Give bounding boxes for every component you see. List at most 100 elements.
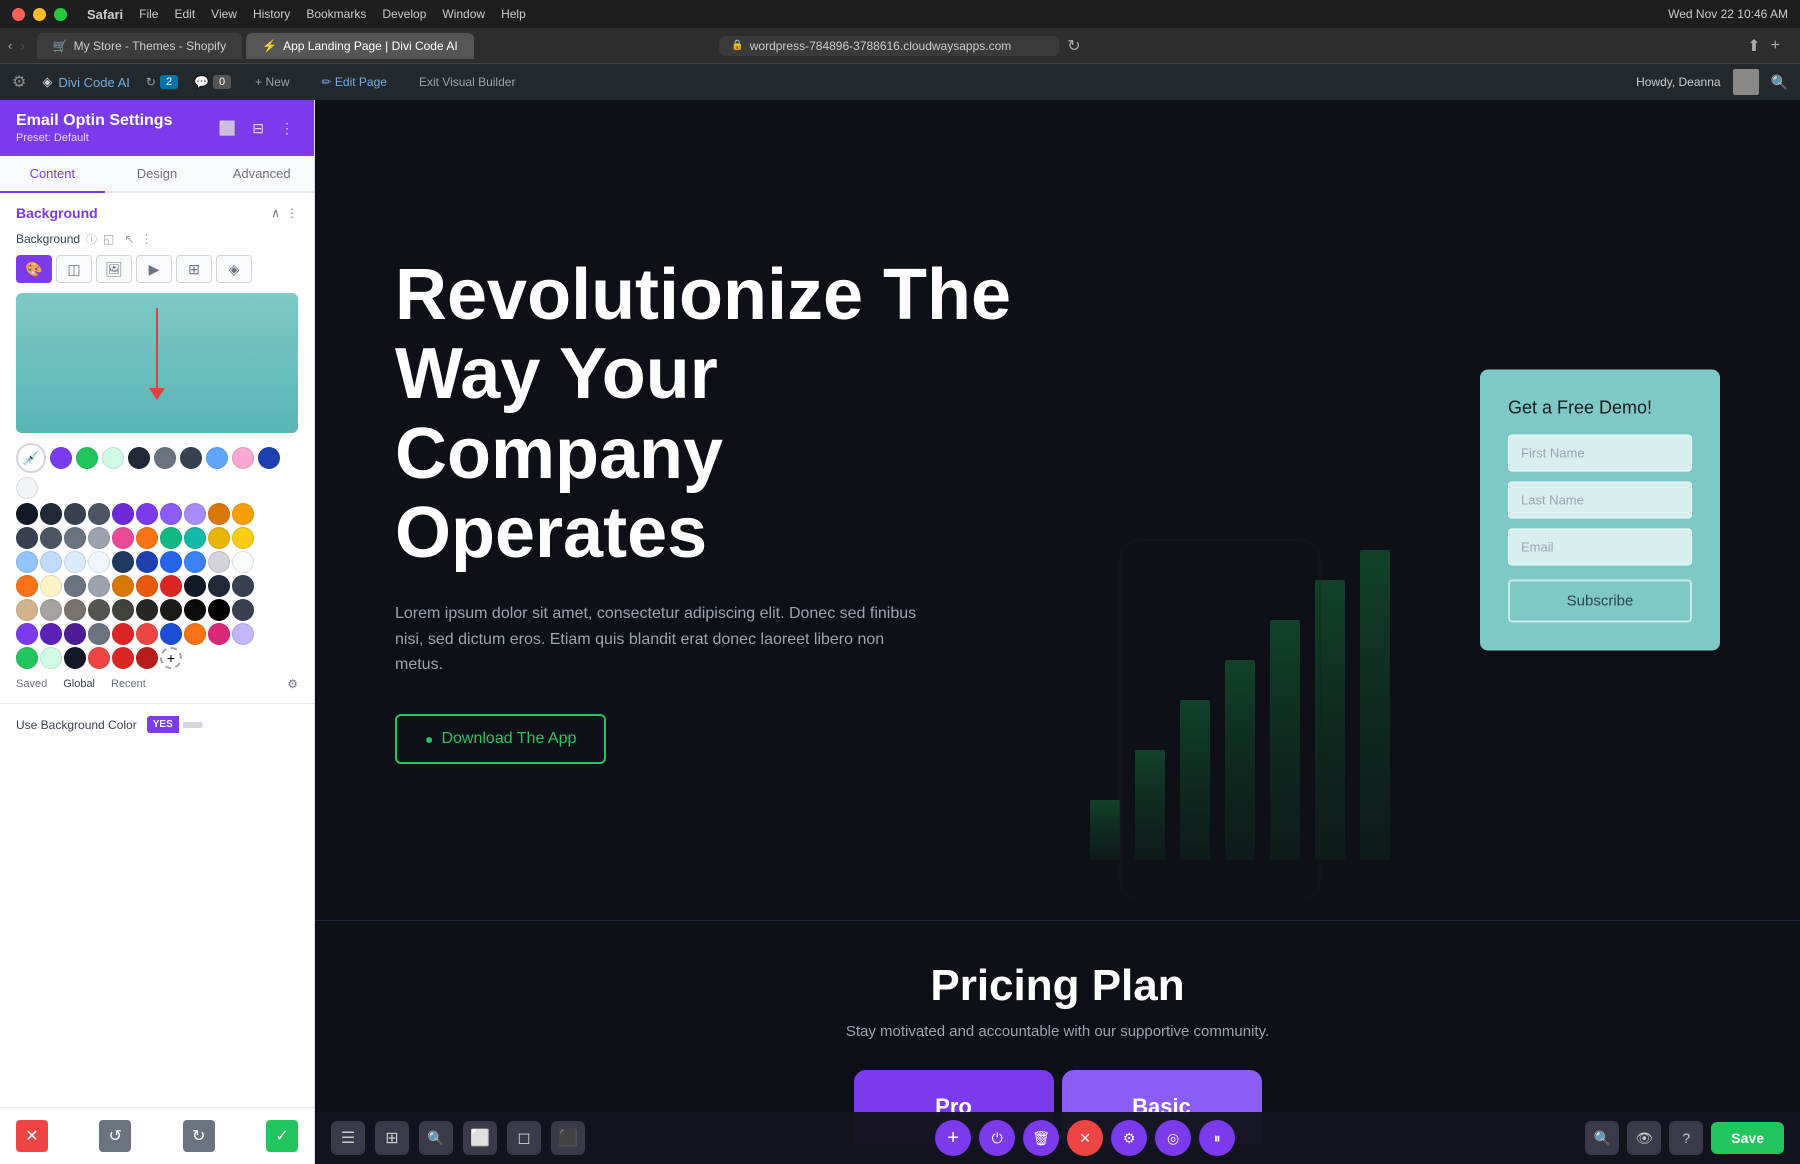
recent-tab[interactable]: Recent bbox=[111, 678, 146, 690]
swatch-pink[interactable] bbox=[232, 447, 254, 469]
swatch-amber[interactable] bbox=[232, 503, 254, 525]
mac-safari-label[interactable]: Safari bbox=[87, 7, 123, 22]
tab-design[interactable]: Design bbox=[105, 156, 210, 193]
swatch-dark6[interactable] bbox=[208, 575, 230, 597]
save-button[interactable]: Save bbox=[1711, 1122, 1784, 1154]
mac-develop-menu[interactable]: Develop bbox=[382, 7, 426, 21]
search-icon[interactable]: 🔍 bbox=[1771, 74, 1788, 91]
panel-undo-btn[interactable]: ↺ bbox=[99, 1120, 131, 1152]
dab-settings-btn[interactable]: ⚙ bbox=[1111, 1120, 1147, 1156]
dab-close-btn[interactable]: ✕ bbox=[1067, 1120, 1103, 1156]
panel-more-icon[interactable]: ⋮ bbox=[276, 116, 298, 141]
swatch-red2[interactable] bbox=[112, 623, 134, 645]
mac-view-menu[interactable]: View bbox=[211, 7, 237, 21]
toggle-switch[interactable]: YES bbox=[147, 716, 203, 733]
swatch-orange5[interactable] bbox=[184, 623, 206, 645]
swatch-violet[interactable] bbox=[16, 623, 38, 645]
swatch-purple[interactable] bbox=[50, 447, 72, 469]
user-avatar[interactable] bbox=[1733, 69, 1759, 95]
swatch-green[interactable] bbox=[76, 447, 98, 469]
mac-file-menu[interactable]: File bbox=[139, 7, 158, 21]
swatch-blue[interactable] bbox=[206, 447, 228, 469]
swatch-purple2[interactable] bbox=[112, 503, 134, 525]
refresh-btn[interactable]: ↻ bbox=[1067, 36, 1080, 56]
swatch-black3[interactable] bbox=[208, 599, 230, 621]
swatch-orange4[interactable] bbox=[136, 575, 158, 597]
swatch-navy2[interactable] bbox=[136, 551, 158, 573]
swatch-stone2[interactable] bbox=[64, 599, 86, 621]
bg-type-flat[interactable]: 🎨 bbox=[16, 255, 52, 283]
swatch-pink3[interactable] bbox=[208, 623, 230, 645]
swatch-gray7[interactable] bbox=[88, 623, 110, 645]
panel-redo-btn[interactable]: ↻ bbox=[183, 1120, 215, 1152]
mac-history-menu[interactable]: History bbox=[253, 7, 290, 21]
tab-divi[interactable]: ⚡ App Landing Page | Divi Code AI bbox=[246, 33, 474, 59]
swatch-dark8[interactable] bbox=[232, 599, 254, 621]
dab-pause-btn[interactable]: ⏸ bbox=[1199, 1120, 1235, 1156]
section-collapse-icon[interactable]: ∧ bbox=[271, 206, 280, 220]
bg-type-gradient[interactable]: ◫ bbox=[56, 255, 92, 283]
bg-type-video[interactable]: ▶ bbox=[136, 255, 172, 283]
swatch-blue8[interactable] bbox=[160, 623, 182, 645]
swatch-lavender[interactable] bbox=[232, 623, 254, 645]
dab-help-btn[interactable]: ? bbox=[1669, 1121, 1703, 1155]
last-name-input[interactable] bbox=[1508, 482, 1692, 519]
swatch-dark7[interactable] bbox=[232, 575, 254, 597]
dab-desktop-btn[interactable]: ⬛ bbox=[551, 1121, 585, 1155]
swatch-blue7[interactable] bbox=[184, 551, 206, 573]
swatch-purple3[interactable] bbox=[136, 503, 158, 525]
saved-tab[interactable]: Saved bbox=[16, 678, 47, 690]
swatch-tan[interactable] bbox=[16, 599, 38, 621]
dab-preview-btn[interactable]: 👁 bbox=[1627, 1121, 1661, 1155]
mac-minimize-dot[interactable] bbox=[33, 8, 46, 21]
swatch-orange3[interactable] bbox=[16, 575, 38, 597]
swatch-green2[interactable] bbox=[16, 647, 38, 669]
swatch-blue2[interactable] bbox=[16, 551, 38, 573]
edit-page-btn[interactable]: ✏ Edit Page bbox=[314, 71, 395, 93]
email-input[interactable] bbox=[1508, 529, 1692, 566]
swatch-amber2[interactable] bbox=[112, 575, 134, 597]
swatch-dark4[interactable] bbox=[64, 503, 86, 525]
swatch-black2[interactable] bbox=[184, 575, 206, 597]
address-bar[interactable]: 🔒 wordpress-784896-3788616.cloudwaysapps… bbox=[719, 36, 1059, 56]
swatch-black4[interactable] bbox=[64, 647, 86, 669]
dab-trash-btn[interactable]: 🗑 bbox=[1023, 1120, 1059, 1156]
browser-forward-btn[interactable]: › bbox=[20, 38, 24, 53]
swatch-red3[interactable] bbox=[136, 623, 158, 645]
dab-add-btn[interactable]: + bbox=[935, 1120, 971, 1156]
bg-more2-icon[interactable]: ⋮ bbox=[140, 232, 152, 246]
dab-search-btn[interactable]: 🔍 bbox=[419, 1121, 453, 1155]
mac-window-menu[interactable]: Window bbox=[442, 7, 485, 21]
swatch-yellow[interactable] bbox=[208, 527, 230, 549]
swatch-gray2[interactable] bbox=[88, 503, 110, 525]
swatch-purple5[interactable] bbox=[184, 503, 206, 525]
browser-back-btn[interactable]: ‹ bbox=[8, 38, 12, 53]
swatch-gray5[interactable] bbox=[88, 527, 110, 549]
download-app-btn[interactable]: ● Download The App bbox=[395, 714, 606, 764]
swatch-gray[interactable] bbox=[154, 447, 176, 469]
swatch-dark-blue[interactable] bbox=[258, 447, 280, 469]
section-more-icon[interactable]: ⋮ bbox=[286, 206, 298, 220]
dab-tablet-btn[interactable]: ◻ bbox=[507, 1121, 541, 1155]
panel-fullscreen-icon[interactable]: ⬜ bbox=[215, 116, 240, 141]
swatch-emerald[interactable] bbox=[160, 527, 182, 549]
swatch-gray6[interactable] bbox=[208, 551, 230, 573]
divi-code-ai-link[interactable]: ◈ Divi Code AI bbox=[42, 74, 130, 90]
dab-zoom-btn[interactable]: 🔍 bbox=[1585, 1121, 1619, 1155]
browser-share-icon[interactable]: ⬆ bbox=[1747, 36, 1760, 56]
comments-btn[interactable]: 💬 0 bbox=[194, 75, 231, 89]
panel-close-btn[interactable]: ✕ bbox=[16, 1120, 48, 1152]
swatch-violet3[interactable] bbox=[64, 623, 86, 645]
swatch-stone[interactable] bbox=[40, 599, 62, 621]
tab-shopify[interactable]: 🛒 My Store - Themes - Shopify bbox=[37, 33, 242, 59]
swatch-red6[interactable] bbox=[136, 647, 158, 669]
swatch-pink2[interactable] bbox=[112, 527, 134, 549]
swatch-near-black[interactable] bbox=[184, 599, 206, 621]
swatch-red4[interactable] bbox=[88, 647, 110, 669]
tab-advanced[interactable]: Advanced bbox=[209, 156, 314, 193]
swatch-yellow2[interactable] bbox=[232, 527, 254, 549]
dab-power-btn[interactable]: ⏻ bbox=[979, 1120, 1015, 1156]
swatch-mid-gray[interactable] bbox=[64, 575, 86, 597]
dab-phone-btn[interactable]: ⬜ bbox=[463, 1121, 497, 1155]
bg-cursor-icon[interactable]: ↖ bbox=[124, 232, 134, 246]
